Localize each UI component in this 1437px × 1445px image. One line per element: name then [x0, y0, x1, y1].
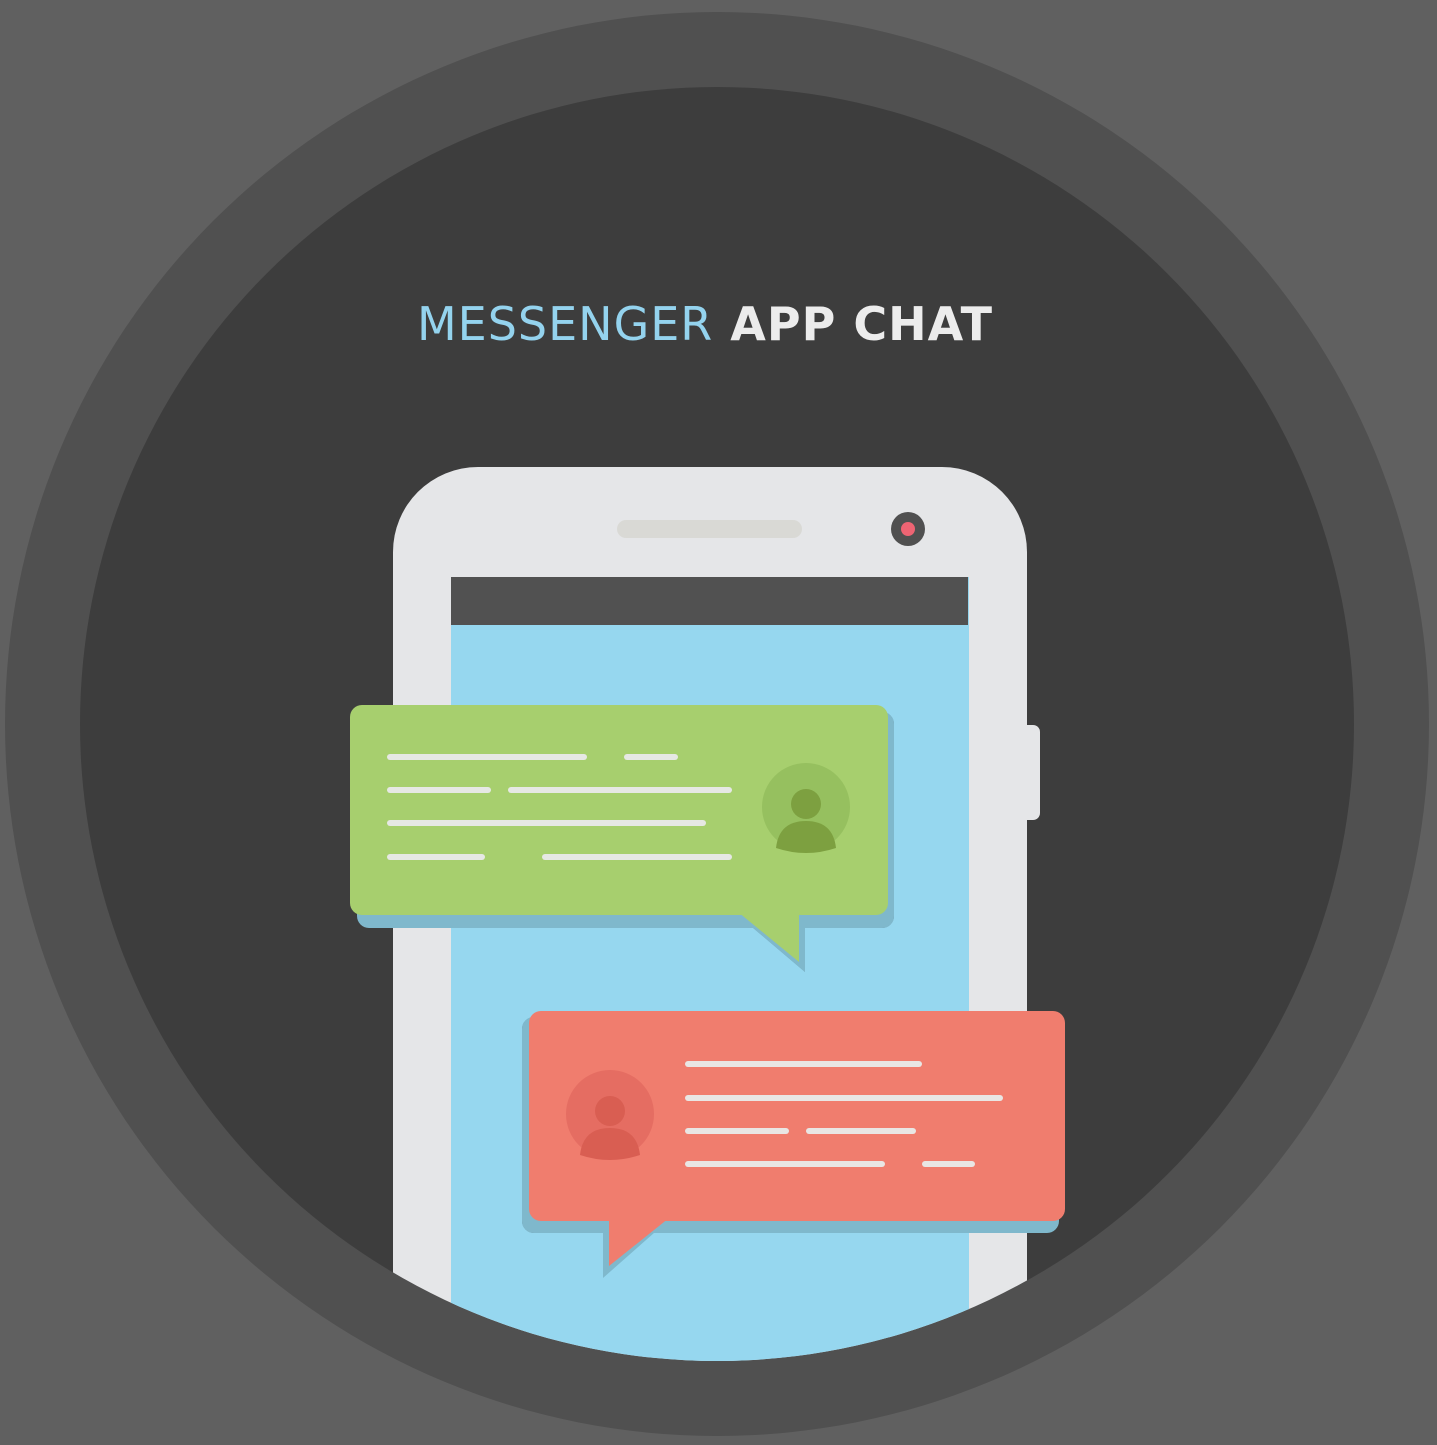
page-title: MESSENGER APP CHAT: [0, 296, 1410, 352]
camera-lens: [901, 522, 915, 536]
phone-speaker: [617, 520, 802, 538]
phone-screen: [451, 577, 969, 1361]
smartphone: [393, 467, 1040, 1361]
status-bar: [451, 577, 968, 625]
title-accent: MESSENGER: [416, 297, 714, 351]
title-main: APP CHAT: [730, 297, 994, 351]
messenger-illustration: [5, 12, 1429, 1436]
